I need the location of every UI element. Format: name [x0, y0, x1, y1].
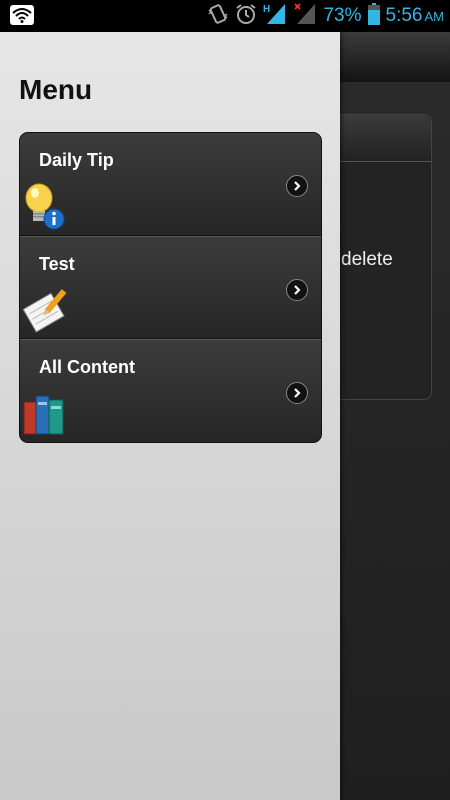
menu-list: Daily Tip Test All Content — [19, 132, 322, 443]
notepad-pencil-icon — [22, 285, 68, 335]
wifi-icon — [10, 5, 34, 30]
menu-item-label: Test — [39, 254, 75, 274]
vibrate-icon — [207, 3, 229, 30]
signal-icon: H — [263, 2, 287, 31]
drawer-title: Menu — [19, 74, 93, 105]
network-type-label: H — [263, 4, 270, 15]
alarm-icon — [235, 3, 257, 30]
signal-no-data-icon — [293, 2, 317, 31]
menu-item-label: Daily Tip — [39, 150, 114, 170]
background-partial-text: delete — [341, 249, 393, 270]
lightbulb-info-icon — [22, 181, 68, 231]
chevron-right-icon — [286, 279, 308, 301]
battery-percent: 73% — [323, 5, 362, 26]
navigation-drawer: Menu Daily Tip Test All Content — [0, 32, 340, 800]
clock-ampm: AM — [424, 9, 445, 24]
menu-item-test[interactable]: Test — [20, 236, 321, 339]
chevron-right-icon — [286, 175, 308, 197]
clock-time: 5:56 — [385, 5, 423, 26]
chevron-right-icon — [286, 382, 308, 404]
menu-item-daily-tip[interactable]: Daily Tip — [20, 133, 321, 236]
battery-icon — [367, 2, 380, 30]
books-icon — [22, 388, 68, 438]
status-bar: H 73% 5:56 AM — [0, 0, 450, 32]
menu-item-label: All Content — [39, 357, 135, 377]
menu-item-all-content[interactable]: All Content — [20, 339, 321, 442]
clock: 5:56 AM — [386, 5, 444, 27]
